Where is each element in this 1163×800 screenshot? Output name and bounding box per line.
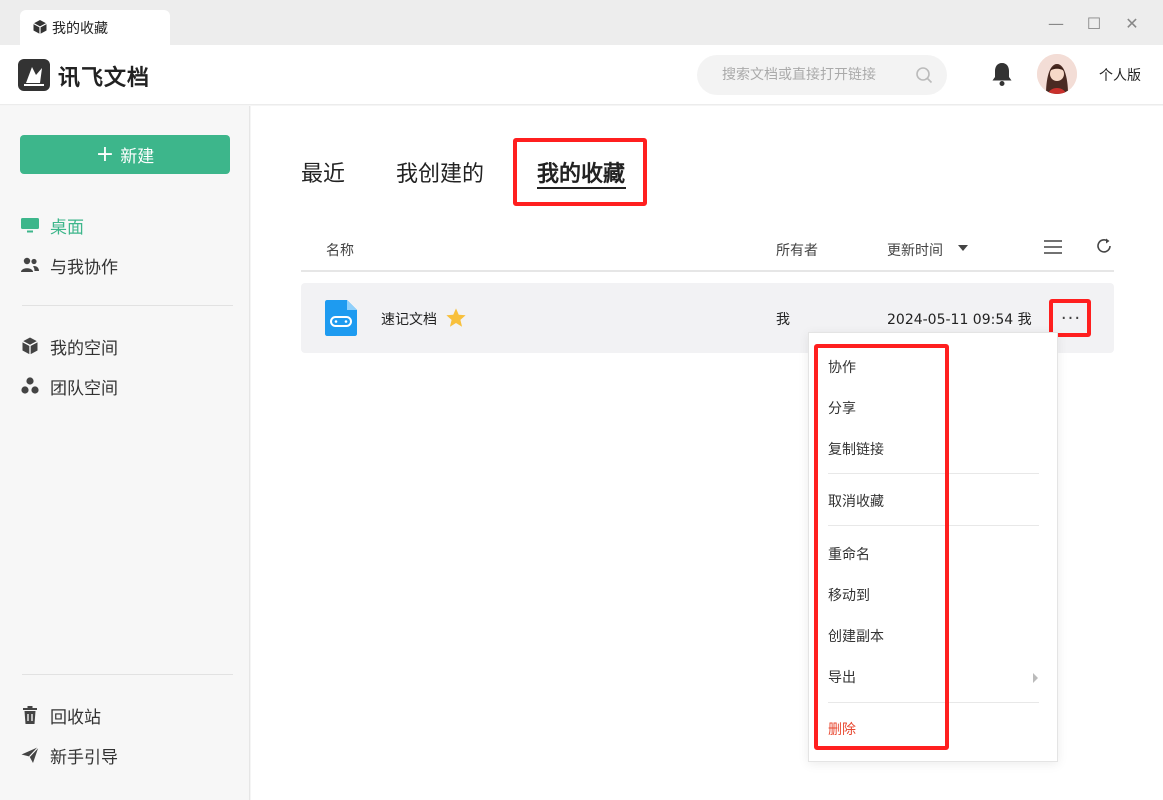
- app-logo: [18, 59, 50, 91]
- sidebar-item-team-space[interactable]: 团队空间: [20, 371, 118, 401]
- logo-icon: [24, 67, 44, 86]
- edition-label[interactable]: 个人版: [1099, 65, 1141, 85]
- sidebar-item-desktop[interactable]: 桌面: [20, 210, 84, 240]
- sidebar-item-label: 与我协作: [50, 257, 118, 278]
- desktop-icon: [21, 218, 39, 233]
- document-icon: [325, 300, 357, 336]
- sidebar-item-collaboration[interactable]: 与我协作: [20, 250, 118, 280]
- column-owner[interactable]: 所有者: [776, 240, 818, 260]
- app-name: 讯飞文档: [58, 66, 151, 91]
- table-header: 名称 所有者 更新时间: [301, 226, 1114, 272]
- sort-down-icon[interactable]: [958, 245, 968, 251]
- sidebar-item-label: 回收站: [50, 707, 101, 728]
- file-updated: 2024-05-11 09:54 我: [887, 312, 1032, 328]
- cube-icon: [22, 337, 38, 355]
- search-input[interactable]: [697, 55, 907, 95]
- list-view-icon[interactable]: [1044, 239, 1062, 255]
- new-button[interactable]: + 新建: [20, 135, 230, 174]
- people-icon: [21, 257, 39, 272]
- paper-plane-icon: [21, 746, 39, 763]
- sidebar-item-my-space[interactable]: 我的空间: [20, 331, 118, 361]
- sidebar-item-label: 我的空间: [50, 338, 118, 359]
- file-name[interactable]: 速记文档: [381, 309, 437, 329]
- window-tab[interactable]: 我的收藏: [20, 10, 170, 45]
- sidebar-item-label: 桌面: [50, 217, 84, 238]
- app-header: 讯飞文档 个人版: [0, 45, 1163, 105]
- sidebar-item-guide[interactable]: 新手引导: [20, 740, 118, 770]
- maximize-button[interactable]: ☐: [1085, 14, 1103, 33]
- sidebar-item-label: 团队空间: [50, 378, 118, 399]
- column-name[interactable]: 名称: [326, 240, 354, 260]
- sidebar-divider: [22, 674, 233, 675]
- trash-icon: [23, 706, 37, 724]
- sidebar-item-trash[interactable]: 回收站: [20, 700, 101, 730]
- file-owner: 我: [776, 312, 790, 328]
- highlight-box-menu: [814, 344, 949, 750]
- sidebar-divider: [22, 305, 233, 306]
- window-tab-title: 我的收藏: [52, 20, 108, 37]
- cube-icon: [33, 20, 47, 34]
- sidebar-item-label: 新手引导: [50, 747, 118, 768]
- bell-icon[interactable]: [990, 61, 1014, 87]
- avatar-image: [1037, 54, 1077, 94]
- tab-created-by-me[interactable]: 我创建的: [396, 156, 484, 188]
- sidebar: + 新建 桌面 与我协作 我的空间 团队空间 回收站 新手引导: [0, 106, 250, 800]
- highlight-box-tab: [513, 138, 647, 206]
- refresh-icon[interactable]: [1095, 237, 1113, 255]
- chevron-right-icon: [1033, 673, 1038, 683]
- column-updated[interactable]: 更新时间: [887, 240, 943, 260]
- close-button[interactable]: ✕: [1123, 14, 1141, 33]
- search-icon[interactable]: [915, 66, 933, 84]
- search-box[interactable]: [697, 55, 947, 95]
- avatar[interactable]: [1037, 54, 1077, 94]
- title-bar: 我的收藏 — ☐ ✕: [0, 0, 1163, 45]
- star-icon[interactable]: [445, 307, 467, 329]
- new-button-label: 新建: [120, 147, 155, 167]
- plus-icon: +: [95, 141, 115, 167]
- tab-recent[interactable]: 最近: [301, 156, 345, 188]
- minimize-button[interactable]: —: [1047, 14, 1065, 33]
- team-icon: [21, 377, 39, 394]
